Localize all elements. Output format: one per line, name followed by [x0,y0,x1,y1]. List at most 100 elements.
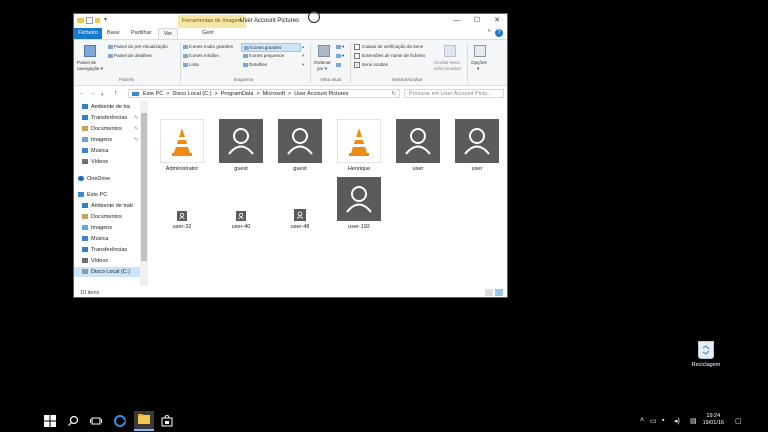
action-center-icon[interactable]: ▢ [735,417,742,425]
nav-item-local-disk[interactable]: Disco Local (C:) [74,267,140,277]
file-item[interactable]: user [392,119,444,172]
size-columns-icon[interactable] [336,62,342,67]
details-pane-button[interactable]: Painel de detalhes [108,53,152,58]
hide-selected-label-2[interactable]: selecionados [434,66,461,71]
chevron-down-icon[interactable]: ▾ [102,17,109,24]
recent-locations-icon[interactable]: ▾ [101,92,104,98]
view-large-icons[interactable]: Ícones grandes [241,43,301,52]
breadcrumb-local-disk[interactable]: Disco Local (C:) [172,91,211,97]
navigation-pane-button-label[interactable]: Painel de [77,60,96,65]
file-item[interactable]: user [451,119,503,172]
maximize-button[interactable]: ☐ [467,14,487,28]
add-columns-icon[interactable]: ▾ [336,53,344,59]
file-extensions-label: Extensões de nome de ficheiro [362,53,426,59]
nav-item-label: Disco Local (C:) [91,269,131,275]
properties-icon[interactable] [86,17,93,24]
preview-pane-button[interactable]: Painel de pré-visualização [108,44,168,49]
store-icon[interactable] [161,414,173,427]
nav-item-desktop[interactable]: Ambiente de trab [82,201,133,211]
view-small-icons[interactable]: Ícones pequenos [243,53,284,58]
details-pane-icon [108,53,113,58]
view-extra-large-icons[interactable]: Ícones muito grandes [183,44,233,49]
nav-item-documents-quick[interactable]: Documentos [82,124,122,134]
file-item[interactable]: Administrator [156,119,208,172]
address-path[interactable]: Este PC > Disco Local (C:) > ProgramData > Mic… [128,89,400,98]
large-icons-view-icon[interactable] [495,289,503,296]
breadcrumb-programdata[interactable]: ProgramData [221,91,254,97]
help-icon[interactable]: ? [495,29,503,37]
breadcrumb-microsoft[interactable]: Microsoft [263,91,285,97]
options-button-label[interactable]: Opções [471,60,487,65]
forward-arrow-icon[interactable]: → [89,90,96,97]
nav-item-downloads[interactable]: Transferências [82,245,127,255]
tab-file[interactable]: Ficheiro [74,28,102,39]
sort-by-button-label[interactable]: Ordenar [314,60,331,65]
up-arrow-icon[interactable]: ↑ [114,90,118,97]
title-bar[interactable]: ▾ Ferramentas de Imagem User Account Pic… [74,14,507,28]
recycle-bin[interactable]: Reciclagem [686,341,726,368]
collapse-ribbon-icon[interactable]: ˄ [487,29,491,35]
pictures-icon [82,137,88,143]
nav-item-music[interactable]: Música [82,234,108,244]
file-item[interactable]: guest [215,119,267,172]
options-chevron-icon[interactable]: ▾ [477,66,479,72]
close-button[interactable]: ✕ [487,14,507,28]
task-view-icon[interactable] [90,415,102,427]
nav-item-videos[interactable]: Vídeos [82,256,108,266]
nav-item-pictures-quick[interactable]: Imagens [82,135,112,145]
breadcrumb-this-pc[interactable]: Este PC [143,91,163,97]
minimize-button[interactable]: — [447,14,467,28]
nav-item-label: Ambiente de trab [91,203,133,209]
breadcrumb-user-account-pictures[interactable]: User Account Pictures [294,91,348,97]
nav-item-music-quick[interactable]: Música [82,146,108,156]
item-checkboxes-toggle[interactable]: Caixas de verificação de itens [354,44,423,50]
volume-icon[interactable]: ◂) [674,417,680,425]
file-explorer-taskbar-button[interactable] [134,411,154,431]
more-icon[interactable]: ▾ [302,62,304,68]
tab-share[interactable]: Partilhar [131,28,151,39]
hidden-items-toggle[interactable]: ✓ Itens ocultos [354,62,388,68]
breadcrumb-separator: > [256,91,260,97]
windows-start-icon[interactable] [44,415,56,427]
tab-manage[interactable]: Gerir [202,28,214,39]
taskbar-clock[interactable]: 19:24 19/01/16 [703,413,724,427]
tab-home[interactable]: Base [107,28,120,39]
group-by-icon[interactable]: ▾ [336,44,344,50]
tablet-mode-icon[interactable]: ▭ [650,417,657,425]
file-item[interactable]: user-192 [333,177,385,230]
back-arrow-icon[interactable]: ← [78,90,85,97]
nav-item-downloads-quick[interactable]: Transferências [82,113,127,123]
search-input[interactable]: Procurar em User Account Pictu... [404,89,504,98]
file-extensions-toggle[interactable]: Extensões de nome de ficheiro [354,53,425,59]
details-view-icon[interactable] [485,289,493,296]
hide-selected-label[interactable]: Ocultar itens [434,60,460,65]
scrollbar-thumb[interactable] [141,113,147,261]
navigation-pane-button-label-2[interactable]: navegação ▾ [77,66,103,72]
view-list[interactable]: Lista [183,62,199,67]
search-icon[interactable] [67,415,79,427]
edge-browser-icon[interactable] [114,415,126,427]
nav-item-documents[interactable]: Documentos [82,212,122,222]
file-item[interactable]: user-40 [215,211,267,230]
nav-item-this-pc[interactable]: Este PC [78,190,107,200]
file-item[interactable]: Henrique [333,119,385,172]
nav-item-onedrive[interactable]: OneDrive [78,174,110,184]
scroll-up-icon[interactable]: ▴ [302,44,304,50]
file-item[interactable]: guest [274,119,326,172]
show-hidden-icons-chevron-icon[interactable]: ˄ [640,417,644,424]
new-folder-icon[interactable] [95,18,100,23]
nav-item-pictures[interactable]: Imagens [82,223,112,233]
notifications-icon[interactable]: ▤ [690,417,697,425]
sort-by-button-label-2[interactable]: por ▾ [317,66,327,72]
view-medium-icons[interactable]: Ícones médios [183,53,219,58]
nav-pane-scrollbar[interactable] [140,101,148,286]
file-item[interactable]: user-32 [156,211,208,230]
nav-item-videos-quick[interactable]: Vídeos [82,157,108,167]
nav-item-desktop-quick[interactable]: Ambiente de tra [82,102,130,112]
small-icons-label: Ícones pequenos [249,53,284,58]
network-icon[interactable]: ▪ [662,417,664,424]
view-details[interactable]: Detalhes [243,62,267,67]
scroll-down-icon[interactable]: ▾ [302,53,304,59]
refresh-icon[interactable]: ↻ [391,90,396,98]
file-item[interactable]: user-48 [274,209,326,230]
